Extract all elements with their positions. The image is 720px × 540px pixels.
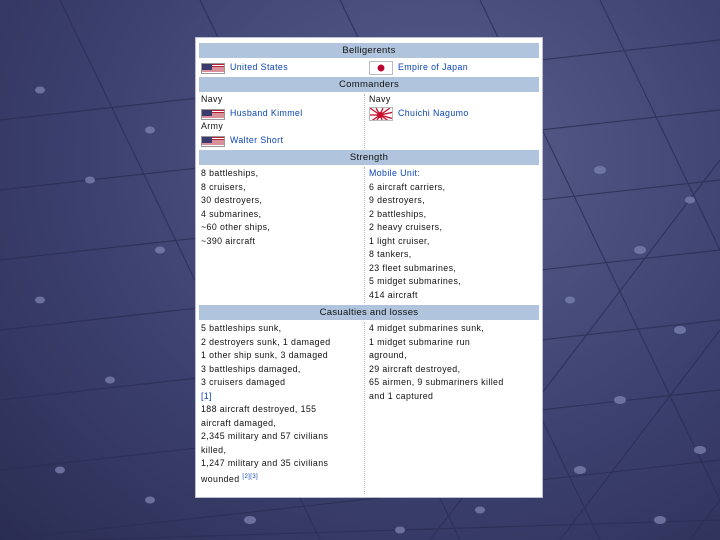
japan-casualty-item: and 1 captured: [369, 390, 434, 401]
us-casualty-item: 3 cruisers damaged: [201, 377, 286, 387]
japan-casualty-item: 29 aircraft destroyed,: [369, 363, 461, 374]
us-flag-icon: [201, 109, 225, 120]
japan-strength-item: 9 destroyers,: [369, 195, 426, 205]
japan-strength-item: 1 light cruiser,: [369, 235, 430, 246]
casualties-header: Casualties and losses: [199, 305, 539, 320]
us-casualty-item: 2,345 military and 57 civilians: [201, 431, 329, 441]
japan-strength-item: 2 battleships,: [369, 208, 427, 219]
reference-link[interactable]: [2][3]: [242, 474, 258, 480]
japan-strength-item: 2 heavy cruisers,: [369, 222, 443, 232]
japan-casualties-list: 4 midget submarines sunk, 1 midget subma…: [369, 322, 504, 403]
us-casualty-item: 3 battleships damaged,: [201, 363, 301, 374]
japan-strength-item: 23 fleet submarines,: [369, 262, 457, 273]
short-link[interactable]: Walter Short: [230, 134, 283, 148]
commanders-header: Commanders: [199, 77, 539, 92]
japan-casualty-item: 4 midget submarines sunk,: [369, 323, 485, 333]
nagumo-link[interactable]: Chuichi Nagumo: [398, 107, 469, 121]
us-flag-icon: [201, 136, 225, 147]
infobox-table: Belligerents United States Empire of Jap…: [195, 37, 543, 498]
us-casualty-item: wounded [2][3]: [201, 471, 331, 485]
japan-strength-item: 8 tankers,: [369, 249, 412, 259]
belligerent-japan-link[interactable]: Empire of Japan: [398, 61, 468, 75]
casualties-divider: [364, 322, 365, 494]
japan-strength-item: 6 aircraft carriers,: [369, 181, 446, 192]
reference-link[interactable]: [1]: [201, 390, 331, 404]
mobile-unit-link[interactable]: Mobile Unit:: [369, 167, 461, 181]
belligerents-header: Belligerents: [199, 43, 539, 58]
us-casualty-item: killed,: [201, 444, 227, 455]
belligerent-us-link[interactable]: United States: [230, 61, 288, 75]
us-casualty-item: aircraft damaged,: [201, 417, 277, 428]
strength-divider: [364, 167, 365, 303]
kimmel-link[interactable]: Husband Kimmel: [230, 107, 303, 121]
japan-strength-item: 414 aircraft: [369, 289, 418, 300]
japan-casualty-item: 65 airmen, 9 submariners killed: [369, 377, 504, 387]
us-casualties-list: 5 battleships sunk, 2 destroyers sunk, 1…: [201, 322, 331, 484]
us-casualty-item: 188 aircraft destroyed, 155: [201, 404, 317, 414]
us-flag-icon: [201, 63, 225, 74]
us-casualty-item: 2 destroyers sunk, 1 damaged: [201, 336, 331, 347]
us-strength-item: ~390 aircraft: [201, 235, 256, 246]
japan-casualty-item: 1 midget submarine run: [369, 336, 471, 347]
us-casualty-item: 5 battleships sunk,: [201, 323, 282, 333]
rising-sun-flag-icon: [369, 107, 393, 121]
strength-header: Strength: [199, 150, 539, 165]
us-strength-item: 8 cruisers,: [201, 181, 246, 192]
japan-navy-label: Navy: [369, 94, 391, 104]
us-strength-item: 4 submarines,: [201, 208, 262, 219]
japan-casualty-item: aground,: [369, 350, 407, 360]
commanders-divider: [364, 94, 365, 148]
japan-flag-icon: [369, 61, 393, 75]
us-casualty-item: 1 other ship sunk, 3 damaged: [201, 350, 329, 360]
us-strength-item: 30 destroyers,: [201, 195, 263, 205]
japan-strength-list: Mobile Unit: 6 aircraft carriers, 9 dest…: [369, 167, 461, 302]
us-navy-label: Navy: [201, 94, 223, 104]
us-strength-list: 8 battleships, 8 cruisers, 30 destroyers…: [201, 167, 270, 248]
us-army-label: Army: [201, 121, 224, 131]
japan-strength-item: 5 midget submarines,: [369, 276, 462, 286]
wounded-text: wounded: [201, 473, 240, 484]
us-strength-item: 8 battleships,: [201, 168, 259, 178]
us-casualty-item: 1,247 military and 35 civilians: [201, 458, 329, 468]
us-strength-item: ~60 other ships,: [201, 222, 271, 232]
